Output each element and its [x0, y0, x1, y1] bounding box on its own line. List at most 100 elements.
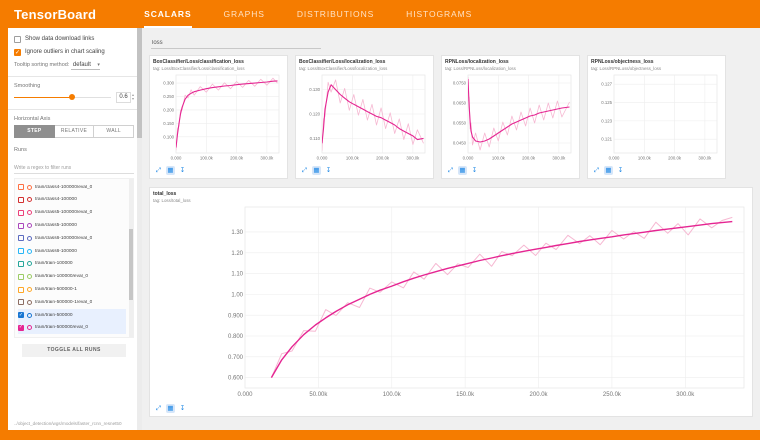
svg-text:300.0k: 300.0k [552, 155, 566, 160]
line-chart[interactable]: 0.1000.1500.2000.2500.3000.000100.0k200.… [153, 72, 284, 164]
run-color-swatch [27, 325, 32, 330]
run-item[interactable]: ✓train/train-500000 [18, 309, 126, 322]
sidebar: Show data download links ✓ Ignore outlie… [8, 28, 142, 430]
run-item[interactable]: train/train-100000 [18, 258, 126, 271]
chart-title: BoxClassifier/Loss/localization_loss [299, 59, 430, 65]
run-item[interactable]: train/class5-100000/eval_0 [18, 206, 126, 219]
svg-text:0.110: 0.110 [310, 136, 321, 141]
runs-filter-input[interactable] [14, 163, 134, 174]
data-grid-icon[interactable]: ▦ [458, 166, 467, 175]
svg-text:0.127: 0.127 [601, 82, 612, 87]
svg-text:100.0k: 100.0k [346, 155, 360, 160]
run-checkbox[interactable] [18, 184, 24, 190]
ignore-outliers-checkbox[interactable]: ✓ [14, 49, 21, 56]
chart-tag: tag: Loss/RPNLoss/localization_loss [445, 66, 576, 71]
smoothing-slider[interactable] [14, 92, 111, 102]
main-content: BoxClassifier/Loss/classification_loss t… [142, 28, 760, 430]
axis-step-button[interactable]: STEP [14, 125, 55, 138]
svg-text:100.0k: 100.0k [383, 392, 402, 398]
run-checkbox[interactable] [18, 274, 24, 280]
run-color-swatch [27, 300, 32, 305]
chart-title: total_loss [153, 191, 749, 197]
data-grid-icon[interactable]: ▦ [604, 166, 613, 175]
tab-scalars[interactable]: SCALARS [144, 0, 191, 28]
run-checkbox[interactable] [18, 248, 24, 254]
run-color-swatch [27, 197, 32, 202]
tooltip-sorting-dropdown[interactable]: default ▾ [71, 62, 100, 70]
run-color-swatch [27, 313, 32, 318]
run-item[interactable]: train/train-100000/eval_0 [18, 270, 126, 283]
svg-text:300.0k: 300.0k [698, 155, 712, 160]
slider-fill [14, 97, 72, 99]
toggle-all-runs-button[interactable]: TOGGLE ALL RUNS [22, 344, 125, 357]
show-download-links-row[interactable]: Show data download links [14, 35, 134, 43]
download-icon[interactable]: ↧ [178, 404, 187, 413]
run-item[interactable]: train/class4-100000/eval_0 [18, 181, 126, 194]
expand-icon[interactable]: ⤢ [446, 166, 455, 175]
run-item[interactable]: train/train-500000-1 [18, 283, 126, 296]
slider-thumb[interactable] [69, 94, 75, 100]
scrollbar-thumb[interactable] [129, 229, 133, 300]
chart-tag: tag: Loss/total_loss [153, 198, 749, 203]
download-icon[interactable]: ↧ [178, 166, 187, 175]
run-label: train/class6-100000/eval_0 [35, 236, 92, 241]
ignore-outliers-row[interactable]: ✓ Ignore outliers in chart scaling [14, 48, 134, 56]
data-grid-icon[interactable]: ▦ [166, 404, 175, 413]
tab-distributions[interactable]: DISTRIBUTIONS [297, 0, 374, 28]
svg-text:200.0k: 200.0k [668, 155, 682, 160]
line-chart[interactable]: 0.1210.1230.1250.1270.000100.0k200.0k300… [591, 72, 722, 164]
run-checkbox[interactable] [18, 223, 24, 229]
svg-text:0.121: 0.121 [601, 137, 612, 142]
line-chart[interactable]: 0.04500.05500.06500.07500.000100.0k200.0… [445, 72, 576, 164]
expand-icon[interactable]: ⤢ [154, 166, 163, 175]
left-edge-strip [0, 28, 8, 440]
line-chart[interactable]: 0.6000.7000.8000.9001.001.101.201.300.00… [153, 204, 749, 402]
chart-toolbar: ⤢ ▦ ↧ [153, 164, 284, 177]
data-grid-icon[interactable]: ▦ [312, 166, 321, 175]
expand-icon[interactable]: ⤢ [592, 166, 601, 175]
run-checkbox[interactable] [18, 235, 24, 241]
data-grid-icon[interactable]: ▦ [166, 166, 175, 175]
scrollbar-thumb[interactable] [137, 28, 142, 138]
run-color-swatch [27, 236, 32, 241]
run-checkbox[interactable] [18, 261, 24, 267]
runs-list-scrollbar[interactable] [129, 179, 133, 337]
download-icon[interactable]: ↧ [616, 166, 625, 175]
svg-text:1.10: 1.10 [231, 272, 243, 278]
run-checkbox[interactable] [18, 299, 24, 305]
tag-filter-input[interactable] [151, 38, 321, 49]
run-checkbox[interactable] [18, 197, 24, 203]
svg-text:0.700: 0.700 [228, 355, 244, 361]
smoothing-stepper[interactable]: ▴ ▾ [132, 93, 134, 101]
download-icon[interactable]: ↧ [470, 166, 479, 175]
smoothing-value[interactable]: 0.6 [116, 92, 131, 103]
run-item[interactable]: train/train-500000-1/eval_0 [18, 296, 126, 309]
run-item[interactable]: train/class6-100000 [18, 245, 126, 258]
show-download-links-checkbox[interactable] [14, 36, 21, 43]
run-item[interactable]: train/class4-100000 [18, 194, 126, 207]
svg-text:0.125: 0.125 [601, 100, 612, 105]
line-chart[interactable]: 0.1100.1200.1300.000100.0k200.0k300.0k [299, 72, 430, 164]
tab-histograms[interactable]: HISTOGRAMS [406, 0, 472, 28]
axis-wall-button[interactable]: WALL [94, 125, 134, 138]
run-item[interactable]: ✓train/train-500000/eval_0 [18, 322, 126, 335]
sidebar-scrollbar[interactable] [137, 28, 142, 430]
run-checkbox[interactable]: ✓ [18, 312, 24, 318]
axis-relative-button[interactable]: RELATIVE [55, 125, 95, 138]
run-checkbox[interactable]: ✓ [18, 325, 24, 331]
spinner-down-icon[interactable]: ▾ [132, 97, 134, 101]
svg-text:0.800: 0.800 [228, 334, 244, 340]
chart-toolbar: ⤢ ▦ ↧ [445, 164, 576, 177]
run-item[interactable]: train/class5-100000 [18, 219, 126, 232]
total-loss-card: total_loss tag: Loss/total_loss 0.600 0.7… [149, 187, 753, 417]
svg-text:0.600: 0.600 [228, 376, 244, 382]
tab-graphs[interactable]: GRAPHS [224, 0, 265, 28]
expand-icon[interactable]: ⤢ [300, 166, 309, 175]
svg-text:0.123: 0.123 [601, 118, 612, 123]
run-item[interactable]: train/class6-100000/eval_0 [18, 232, 126, 245]
svg-text:250.0k: 250.0k [603, 392, 622, 398]
expand-icon[interactable]: ⤢ [154, 404, 163, 413]
run-checkbox[interactable] [18, 210, 24, 216]
download-icon[interactable]: ↧ [324, 166, 333, 175]
run-checkbox[interactable] [18, 287, 24, 293]
